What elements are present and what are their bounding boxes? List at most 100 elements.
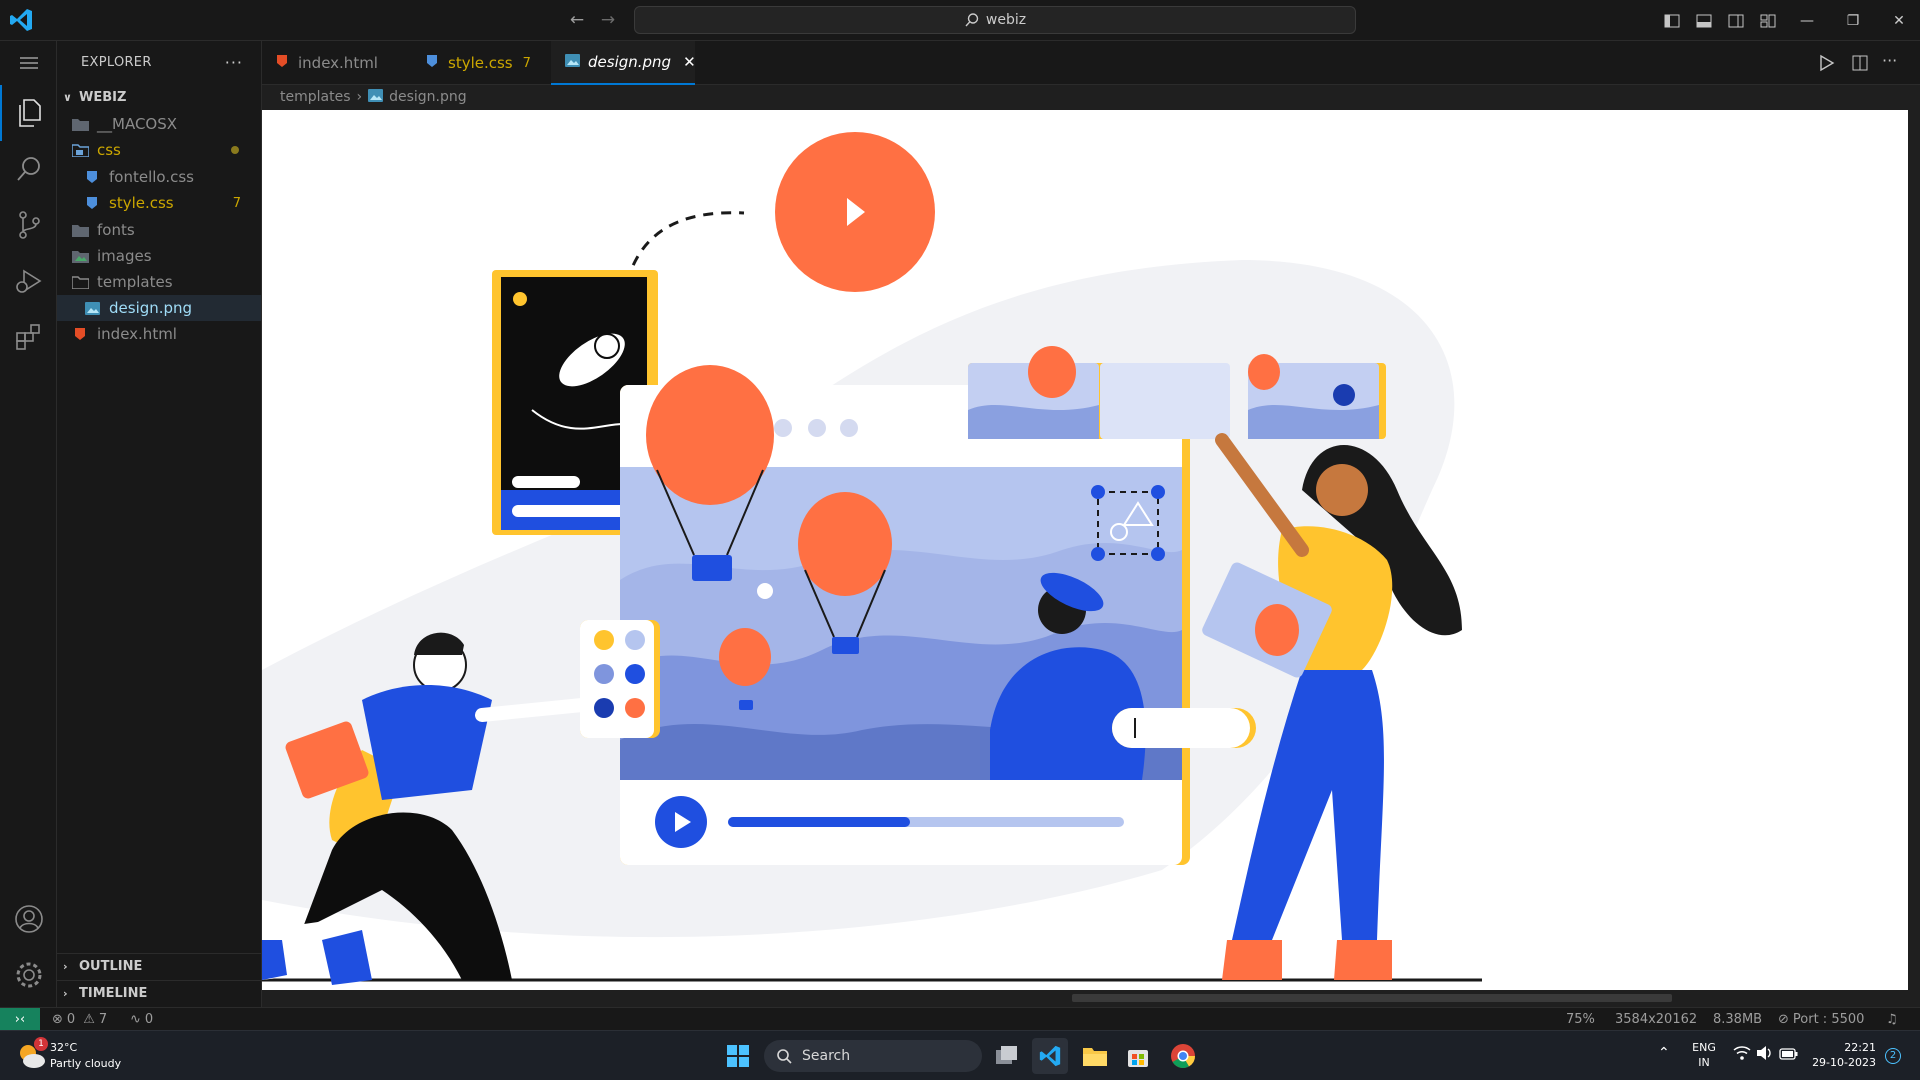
editor-more-actions-icon[interactable]: ··· [1882, 51, 1897, 70]
error-count: 0 [66, 1012, 76, 1027]
tree-item-macosx[interactable]: __MACOSX [57, 111, 261, 137]
search-icon[interactable] [0, 141, 57, 197]
tree-item-label: images [97, 247, 152, 265]
show-hidden-icons[interactable]: ⌃ [1658, 1045, 1670, 1061]
tree-item-fonts[interactable]: fonts [57, 217, 261, 243]
tree-item-templates[interactable]: templates [57, 269, 261, 295]
accounts-icon[interactable] [0, 891, 57, 947]
toggle-secondary-sidebar-icon[interactable] [1720, 0, 1752, 41]
tab-label: index.html [298, 54, 378, 72]
file-explorer-icon[interactable] [1077, 1038, 1113, 1074]
vscode-logo-icon[interactable] [8, 8, 34, 32]
tree-item-index-html[interactable]: index.html [57, 321, 261, 347]
html-file-icon [276, 54, 288, 72]
chevron-right-icon: › [356, 89, 363, 105]
tab-label: design.png [588, 53, 672, 71]
workspace-header[interactable]: ∨ WEBIZ [57, 84, 261, 110]
chrome-icon[interactable] [1165, 1038, 1201, 1074]
wifi-icon[interactable] [1733, 1045, 1751, 1065]
weather-widget[interactable]: 1 32°C Partly cloudy [16, 1037, 146, 1073]
tree-item-label: style.css [109, 194, 174, 212]
taskbar-search-label: Search [802, 1048, 851, 1064]
zoom-level[interactable]: 75% [1566, 1008, 1595, 1031]
tab-bar: index.html style.css 7 design.png ✕ ··· [262, 41, 1920, 85]
tab-style-css[interactable]: style.css 7 [412, 41, 548, 85]
activity-bar [0, 41, 57, 1007]
tree-item-label: index.html [97, 325, 177, 343]
css-file-icon [83, 169, 101, 185]
image-file-icon [83, 300, 101, 316]
split-editor-icon[interactable] [1852, 55, 1868, 75]
editor-area: index.html style.css 7 design.png ✕ ··· … [262, 41, 1920, 1007]
folder-icon [71, 222, 89, 238]
restore-icon[interactable]: ❐ [1830, 0, 1876, 41]
explorer-files-icon[interactable] [0, 85, 57, 141]
forward-arrow-icon[interactable]: → [598, 10, 618, 30]
chevron-down-icon: ∨ [63, 90, 72, 104]
chevron-right-icon: › [63, 960, 68, 973]
breadcrumb: templates › design.png [262, 85, 1920, 109]
tree-item-design-png[interactable]: design.png [57, 295, 261, 321]
minimize-icon[interactable]: — [1784, 0, 1830, 41]
taskbar-search[interactable]: Search [764, 1040, 982, 1072]
explorer-sidebar: EXPLORER ··· ∨ WEBIZ __MACOSX css fontel… [57, 41, 262, 1007]
title-bar: ← → webiz — ❐ ✕ [0, 0, 1920, 41]
status-bar: ›‹ ⊗ 0 ⚠ 7 ∿ 0 75% 3584x20162 8.38MB ⊘ P… [0, 1007, 1920, 1031]
remote-indicator-icon[interactable]: ›‹ [0, 1008, 40, 1031]
run-icon[interactable] [1819, 54, 1835, 76]
weather-desc: Partly cloudy [50, 1057, 122, 1070]
language-indicator[interactable]: ENG IN [1690, 1040, 1718, 1070]
clock[interactable]: 22:21 29-10-2023 [1808, 1040, 1876, 1070]
manage-gear-icon[interactable] [0, 947, 57, 1003]
html-file-icon [71, 326, 89, 342]
command-center-label: webiz [985, 12, 1027, 28]
battery-icon[interactable] [1779, 1046, 1799, 1065]
source-control-icon[interactable] [0, 197, 57, 253]
notifications-bell-icon[interactable]: ♫ [1886, 1008, 1898, 1031]
close-window-icon[interactable]: ✕ [1876, 0, 1920, 41]
warning-count: 7 [98, 1012, 108, 1027]
problems-indicator[interactable]: ⊗ 0 ⚠ 7 [52, 1008, 107, 1031]
tree-item-css[interactable]: css [57, 137, 261, 163]
close-tab-icon[interactable]: ✕ [683, 53, 696, 71]
back-arrow-icon[interactable]: ← [567, 10, 587, 30]
zoom-value: 75% [1566, 1012, 1595, 1027]
weather-badge: 1 [34, 1037, 48, 1051]
clock-time: 22:21 [1844, 1041, 1876, 1054]
chevron-right-icon: › [63, 987, 68, 1000]
more-actions-icon[interactable]: ··· [225, 53, 243, 72]
toggle-panel-icon[interactable] [1688, 0, 1720, 41]
tab-design-png[interactable]: design.png ✕ [551, 41, 696, 85]
extensions-icon[interactable] [0, 309, 57, 365]
tab-index-html[interactable]: index.html [262, 41, 412, 85]
tree-item-images[interactable]: images [57, 243, 261, 269]
outline-section[interactable]: › OUTLINE [57, 953, 261, 979]
notification-count: 2 [1889, 1050, 1897, 1061]
breadcrumb-folder[interactable]: templates [280, 89, 351, 105]
image-preview[interactable] [262, 110, 1908, 990]
windows-start-icon[interactable] [720, 1038, 756, 1074]
horizontal-scrollbar[interactable] [1072, 994, 1672, 1002]
design-illustration [262, 132, 1482, 985]
timeline-section[interactable]: › TIMELINE [57, 980, 261, 1006]
task-view-icon[interactable] [989, 1038, 1025, 1074]
file-size: 8.38MB [1713, 1008, 1762, 1031]
ports-indicator[interactable]: ∿ 0 [130, 1008, 153, 1031]
volume-icon[interactable] [1756, 1045, 1774, 1065]
vscode-taskbar-icon[interactable] [1032, 1038, 1068, 1074]
menu-icon[interactable] [0, 41, 57, 85]
tree-item-label: fontello.css [109, 168, 194, 186]
breadcrumb-file[interactable]: design.png [389, 89, 467, 105]
notification-count-badge[interactable]: 2 [1885, 1048, 1901, 1064]
microsoft-store-icon[interactable] [1120, 1038, 1156, 1074]
run-and-debug-icon[interactable] [0, 253, 57, 309]
live-server-port[interactable]: ⊘ Port : 5500 [1778, 1008, 1864, 1031]
warning-icon: ⚠ [83, 1012, 95, 1027]
toggle-primary-sidebar-icon[interactable] [1656, 0, 1688, 41]
command-center-search[interactable]: webiz [634, 6, 1356, 34]
no-entry-icon: ⊘ [1778, 1012, 1789, 1027]
tree-item-style-css[interactable]: style.css 7 [57, 190, 261, 216]
tree-item-fontello-css[interactable]: fontello.css [57, 164, 261, 190]
customize-layout-icon[interactable] [1752, 0, 1784, 41]
ports-count: 0 [144, 1012, 154, 1027]
